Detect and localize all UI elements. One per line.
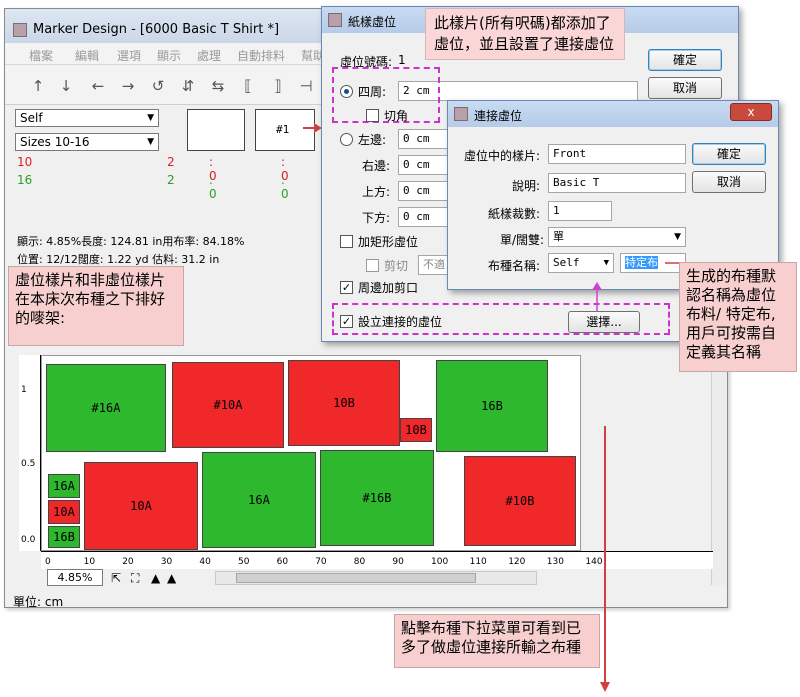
arrow-head: [314, 123, 322, 133]
arrow-head: [592, 282, 602, 290]
arrow-head: [600, 682, 610, 692]
annotation-arrows: [303, 123, 679, 692]
